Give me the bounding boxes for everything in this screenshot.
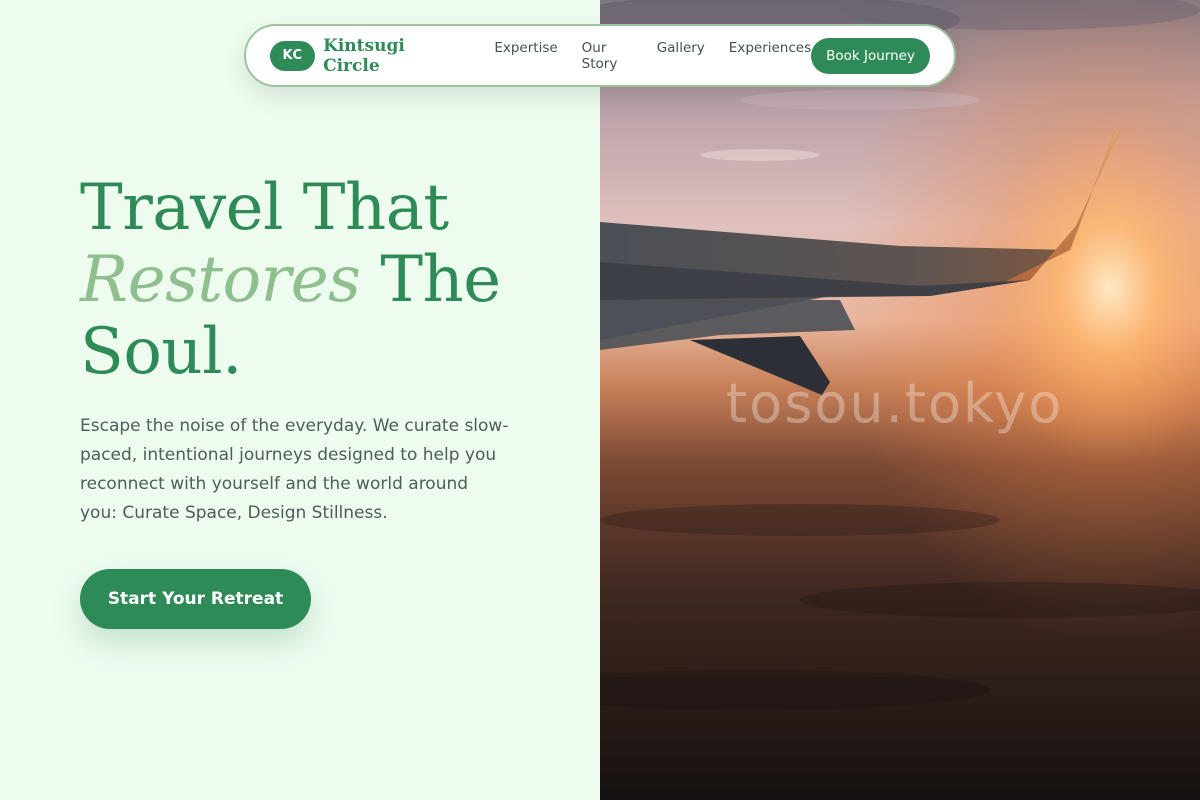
hero-headline: Travel That Restores The Soul.: [80, 172, 580, 388]
nav-link-experiences[interactable]: Experiences: [729, 40, 811, 72]
hero-lead-paragraph: Escape the noise of the everyday. We cur…: [80, 416, 509, 523]
start-retreat-button[interactable]: Start Your Retreat: [80, 569, 311, 629]
brand-name[interactable]: Kintsugi Circle: [323, 36, 461, 76]
watermark-text: tosou.tokyo: [726, 372, 1064, 435]
logo-badge[interactable]: KC: [270, 40, 316, 71]
nav-link-our-story[interactable]: Our Story: [582, 40, 633, 72]
nav-link-gallery[interactable]: Gallery: [657, 40, 705, 72]
hero-photo: tosou.tokyo: [600, 0, 1200, 800]
nav-links: Expertise Our Story Gallery Experiences: [494, 40, 811, 72]
nav-link-expertise[interactable]: Expertise: [494, 40, 557, 72]
headline-line-2: The: [380, 243, 501, 317]
book-journey-button[interactable]: Book Journey: [811, 37, 930, 74]
headline-line-1: Travel That: [80, 171, 449, 245]
headline-line-3: Soul.: [80, 315, 242, 389]
headline-accent-word: Restores: [80, 243, 361, 317]
top-navigation: KC Kintsugi Circle Expertise Our Story G…: [244, 24, 956, 87]
hero-section: Travel That Restores The Soul. Escape th…: [0, 0, 600, 800]
